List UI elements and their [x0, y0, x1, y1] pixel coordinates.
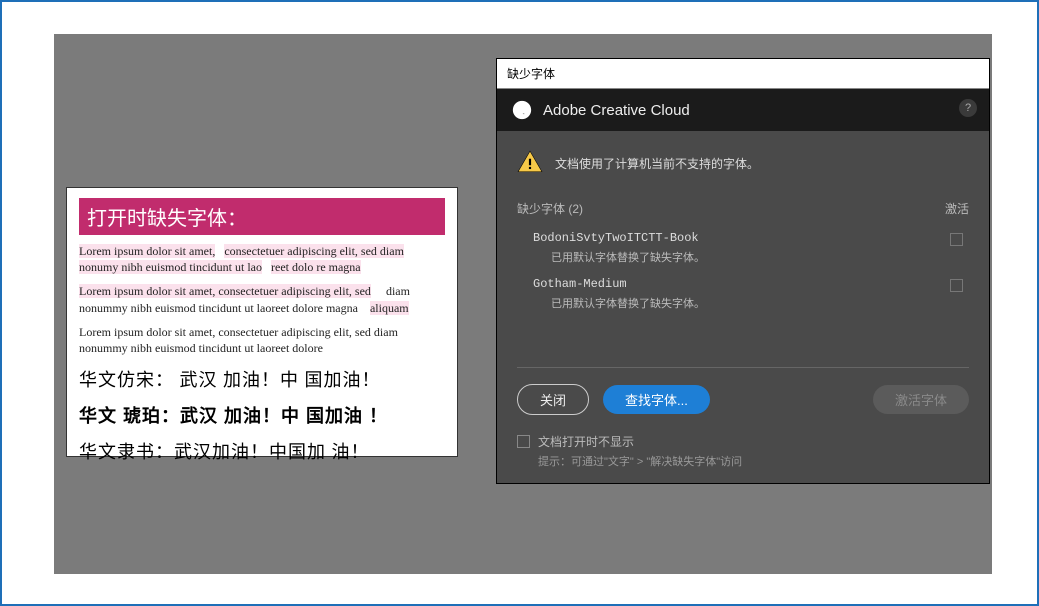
dialog-body: 文档使用了计算机当前不支持的字体。 缺少字体 (2) 激活 BodoniSvty… [497, 131, 989, 483]
font-name: Gotham-Medium [533, 277, 705, 291]
missing-fonts-dialog: 缺少字体 Adobe Creative Cloud ? 文档使用了计算机当前不支… [496, 58, 990, 484]
dialog-header: Adobe Creative Cloud ? [497, 89, 989, 131]
warning-text: 文档使用了计算机当前不支持的字体。 [555, 155, 759, 172]
dont-show-label: 文档打开时不显示 [538, 433, 742, 450]
activate-checkbox[interactable] [950, 279, 963, 292]
warning-icon [517, 149, 543, 178]
doc-paragraph-2: Lorem ipsum dolor sit amet, consectetuer… [79, 283, 445, 315]
hint-text: 提示：可通过"文字" > "解决缺失字体"访问 [538, 453, 742, 469]
doc-chinese-line-3: 华文隶书：武汉加油！中国加 油！ [79, 438, 445, 464]
creative-cloud-icon [511, 99, 533, 121]
workspace: 打开时缺失字体： Lorem ipsum dolor sit amet, con… [54, 34, 992, 574]
doc-paragraph-1: Lorem ipsum dolor sit amet, consectetuer… [79, 243, 445, 275]
font-item: BodoniSvtyTwoITCTT-Book 已用默认字体替换了缺失字体。 [517, 225, 969, 271]
document-preview: 打开时缺失字体： Lorem ipsum dolor sit amet, con… [66, 187, 458, 457]
doc-paragraph-3: Lorem ipsum dolor sit amet, consectetuer… [79, 324, 445, 356]
activate-fonts-button: 激活字体 [873, 385, 969, 414]
warning-row: 文档使用了计算机当前不支持的字体。 [517, 149, 969, 178]
font-list-header: 缺少字体 (2) 激活 [517, 200, 969, 217]
activate-column-header: 激活 [945, 200, 969, 217]
document-title: 打开时缺失字体： [79, 198, 445, 235]
dialog-header-title: Adobe Creative Cloud [543, 102, 690, 119]
dialog-titlebar[interactable]: 缺少字体 [497, 59, 989, 89]
dont-show-checkbox[interactable] [517, 435, 530, 448]
divider [517, 367, 969, 368]
activate-checkbox[interactable] [950, 233, 963, 246]
doc-chinese-line-1: 华文仿宋： 武汉 加油！中 国加油！ [79, 366, 445, 392]
help-button[interactable]: ? [959, 99, 977, 117]
missing-fonts-count-label: 缺少字体 (2) [517, 200, 583, 217]
dialog-footer: 文档打开时不显示 提示：可通过"文字" > "解决缺失字体"访问 [517, 433, 969, 469]
font-substitution-note: 已用默认字体替换了缺失字体。 [533, 295, 705, 311]
close-button[interactable]: 关闭 [517, 384, 589, 415]
font-item: Gotham-Medium 已用默认字体替换了缺失字体。 [517, 271, 969, 317]
doc-chinese-line-2: 华文 琥珀：武汉 加油！中 国加油 ！ [79, 402, 445, 428]
font-name: BodoniSvtyTwoITCTT-Book [533, 231, 705, 245]
find-fonts-button[interactable]: 查找字体... [603, 385, 710, 414]
font-substitution-note: 已用默认字体替换了缺失字体。 [533, 249, 705, 265]
button-row: 关闭 查找字体... 激活字体 [517, 384, 969, 415]
